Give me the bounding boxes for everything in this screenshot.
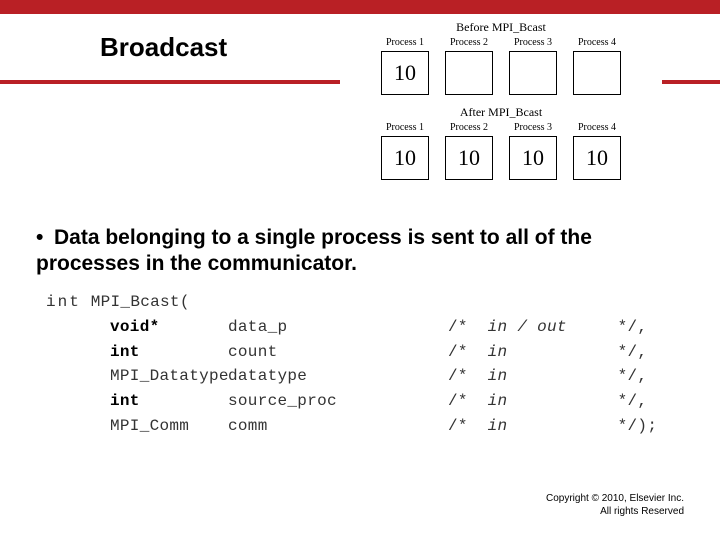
code-comment: in [488, 367, 508, 385]
process-box: 10 [509, 136, 557, 180]
diagram-after-title: After MPI_Bcast [340, 105, 662, 120]
code-type: int [110, 392, 140, 410]
code-type: MPI_Datatype [110, 367, 229, 385]
process-box: 10 [445, 136, 493, 180]
code-fn-name: MPI_Bcast( [91, 293, 190, 311]
code-keyword-int: int [46, 293, 81, 311]
diagram-col: Process 2 10 [443, 122, 495, 180]
process-label: Process 1 [386, 122, 424, 133]
code-type: void* [110, 318, 160, 336]
code-comment: in / out [488, 318, 567, 336]
bullet-text: Data belonging to a single process is se… [36, 226, 592, 275]
code-comment: in [488, 343, 508, 361]
copyright-line: Copyright © 2010, Elsevier Inc. [546, 492, 684, 505]
diagram-before-title: Before MPI_Bcast [340, 20, 662, 35]
copyright-line: All rights Reserved [546, 505, 684, 518]
slide-top-bar [0, 0, 720, 14]
process-label: Process 3 [514, 122, 552, 133]
process-label: Process 4 [578, 122, 616, 133]
code-end: */, [618, 392, 648, 410]
diagram-col: Process 1 10 [379, 37, 431, 95]
title-rule-left [0, 80, 340, 84]
code-comment: in [488, 392, 508, 410]
diagram-col: Process 3 [507, 37, 559, 95]
diagram-col: Process 4 [571, 37, 623, 95]
process-box [509, 51, 557, 95]
process-label: Process 2 [450, 122, 488, 133]
code-type: MPI_Comm [110, 417, 189, 435]
bullet-point: •Data belonging to a single process is s… [36, 225, 676, 278]
code-param-name: count [228, 340, 448, 365]
process-box: 10 [381, 51, 429, 95]
diagram-col: Process 4 10 [571, 122, 623, 180]
diagram-col: Process 3 10 [507, 122, 559, 180]
title-rule-right [662, 80, 720, 84]
slide-title: Broadcast [100, 32, 227, 63]
bullet-marker: • [36, 225, 54, 251]
diagram-before-row: Process 1 10 Process 2 Process 3 Process… [340, 37, 662, 95]
diagram-col: Process 1 10 [379, 122, 431, 180]
bcast-diagram: Before MPI_Bcast Process 1 10 Process 2 … [340, 20, 662, 180]
process-box [445, 51, 493, 95]
code-end: */); [618, 417, 658, 435]
process-label: Process 3 [514, 37, 552, 48]
diagram-col: Process 2 [443, 37, 495, 95]
copyright-footer: Copyright © 2010, Elsevier Inc. All righ… [546, 492, 684, 518]
code-param-name: datatype [228, 364, 448, 389]
diagram-after-row: Process 1 10 Process 2 10 Process 3 10 P… [340, 122, 662, 180]
code-type: int [110, 343, 140, 361]
process-label: Process 4 [578, 37, 616, 48]
process-box: 10 [573, 136, 621, 180]
code-param-name: comm [228, 414, 448, 439]
code-param-name: source_proc [228, 389, 448, 414]
process-box [573, 51, 621, 95]
process-box: 10 [381, 136, 429, 180]
code-end: */, [618, 367, 648, 385]
code-block: int MPI_Bcast( void*data_p/* in / out*/,… [46, 290, 657, 439]
process-label: Process 1 [386, 37, 424, 48]
code-end: */, [618, 318, 648, 336]
code-comment: in [488, 417, 508, 435]
code-param-name: data_p [228, 315, 448, 340]
process-label: Process 2 [450, 37, 488, 48]
code-end: */, [618, 343, 648, 361]
